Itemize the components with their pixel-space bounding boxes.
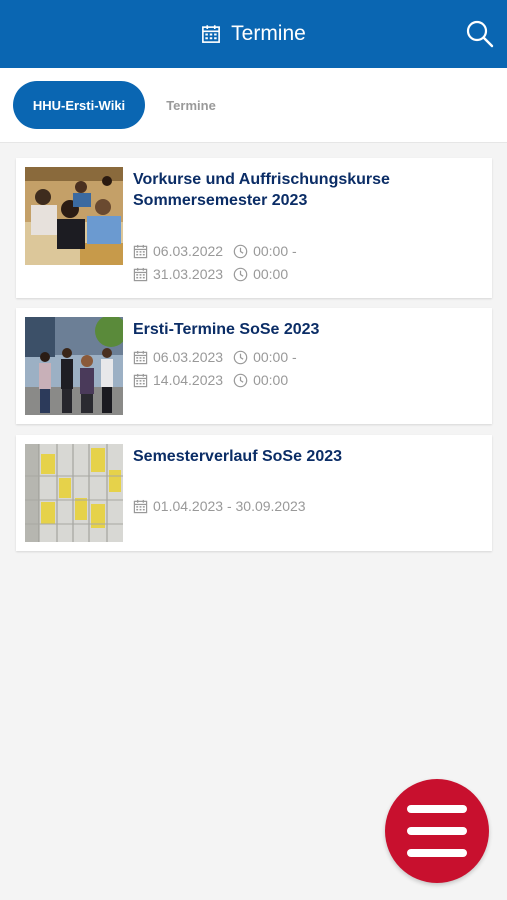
event-card[interactable]: Ersti-Termine SoSe 2023 06.03.2023 00:00… xyxy=(16,308,492,424)
calendar-icon xyxy=(133,244,148,259)
date-range: 01.04.2023 - 30.09.2023 xyxy=(153,498,306,514)
menu-button[interactable] xyxy=(385,779,489,883)
tab-bar: HHU-Ersti-Wiki Termine xyxy=(0,68,507,143)
tab-label: HHU-Ersti-Wiki xyxy=(32,97,126,113)
tab-termine[interactable]: Termine xyxy=(148,81,234,129)
event-card[interactable]: Vorkurse und Auffrischungskurse Sommerse… xyxy=(16,158,492,298)
event-card[interactable]: Semesterverlauf SoSe 2023 01.04.2023 - 3… xyxy=(16,435,492,551)
event-thumbnail xyxy=(25,167,123,265)
calendar-icon xyxy=(201,24,221,44)
event-start: 06.03.2022 00:00 - xyxy=(133,241,297,261)
app-header: Termine xyxy=(0,0,507,68)
tab-hhu-ersti-wiki[interactable]: HHU-Ersti-Wiki xyxy=(13,81,145,129)
end-date: 31.03.2023 xyxy=(153,266,224,282)
event-end: 14.04.2023 00:00 xyxy=(133,370,288,390)
calendar-icon xyxy=(133,373,148,388)
start-time: 00:00 - xyxy=(253,243,297,259)
event-start: 06.03.2023 00:00 - xyxy=(133,347,297,367)
end-date: 14.04.2023 xyxy=(153,372,224,388)
clock-icon xyxy=(233,267,248,282)
calendar-icon xyxy=(133,267,148,282)
start-date: 06.03.2022 xyxy=(153,243,224,259)
clock-icon xyxy=(233,373,248,388)
event-thumbnail xyxy=(25,444,123,542)
clock-icon xyxy=(233,244,248,259)
event-title: Ersti-Termine SoSe 2023 xyxy=(133,321,320,338)
end-time: 00:00 xyxy=(253,266,289,282)
search-button[interactable] xyxy=(465,19,495,49)
menu-icon-bar xyxy=(407,849,467,857)
event-title: Vorkurse und Auffrischungskurse Sommerse… xyxy=(133,171,390,209)
tab-label: Termine xyxy=(166,97,216,113)
search-icon xyxy=(466,20,494,48)
calendar-icon xyxy=(133,499,148,514)
menu-icon-bar xyxy=(407,805,467,813)
end-time: 00:00 xyxy=(253,372,289,388)
event-thumbnail xyxy=(25,317,123,415)
page-title: Termine xyxy=(231,22,306,45)
event-end: 31.03.2023 00:00 xyxy=(133,264,288,284)
start-date: 06.03.2023 xyxy=(153,349,224,365)
header-title-group: Termine xyxy=(0,0,507,68)
menu-icon-bar xyxy=(407,827,467,835)
clock-icon xyxy=(233,350,248,365)
start-time: 00:00 - xyxy=(253,349,297,365)
calendar-icon xyxy=(133,350,148,365)
event-title: Semesterverlauf SoSe 2023 xyxy=(133,448,343,465)
event-date-range: 01.04.2023 - 30.09.2023 xyxy=(133,496,306,516)
